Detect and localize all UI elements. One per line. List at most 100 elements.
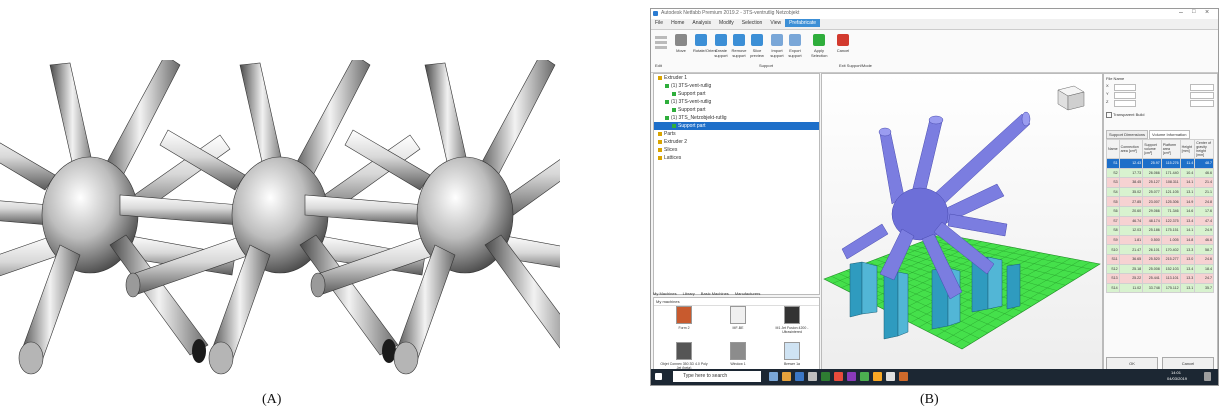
coord-input[interactable] bbox=[1114, 100, 1136, 107]
library-tab[interactable]: Manufacturers bbox=[735, 291, 761, 296]
menu-item-5[interactable]: View bbox=[766, 19, 785, 27]
table-row[interactable]: S8 12.03 25.186 175.151 14.1 24.9 bbox=[1106, 225, 1214, 236]
maximize-icon[interactable]: □ bbox=[1192, 9, 1196, 15]
table-cell: 13.1 bbox=[1179, 282, 1196, 294]
coord-input-2[interactable] bbox=[1190, 100, 1214, 107]
netfabb-taskbar-icon[interactable] bbox=[860, 372, 869, 381]
table-row[interactable]: S1 12.43 25.97 115.276 11.4 48.7 bbox=[1106, 158, 1214, 169]
tree-node-icon bbox=[665, 83, 669, 88]
table-cell: 36.65 bbox=[1118, 253, 1144, 265]
tree-node-icon bbox=[658, 131, 662, 136]
tree-item[interactable]: Extruder 2 bbox=[654, 138, 819, 146]
tree-item[interactable]: Slices bbox=[654, 146, 819, 154]
excel-icon[interactable] bbox=[821, 372, 830, 381]
minimize-icon[interactable]: – bbox=[1179, 9, 1183, 16]
table-row[interactable]: S13 25.22 25.441 113.101 13.3 24.7 bbox=[1106, 273, 1214, 284]
library-tab[interactable]: My Machines bbox=[653, 291, 677, 296]
tree-item[interactable]: Parts bbox=[654, 130, 819, 138]
menu-item-0[interactable]: File bbox=[651, 19, 667, 27]
menu-item-3[interactable]: Modify bbox=[715, 19, 738, 27]
table-cell: 12.43 bbox=[1118, 158, 1144, 169]
support-table: Name Connection area [cm²] Support volume … bbox=[1106, 139, 1214, 294]
ribbon-button-6[interactable]: Export support bbox=[787, 34, 803, 60]
table-cell: 18.4 bbox=[1194, 263, 1214, 275]
table-cell: 21.4 bbox=[1194, 177, 1214, 188]
table-row[interactable]: S5 27.85 23.007 125.306 14.9 24.8 bbox=[1106, 196, 1214, 207]
tree-item[interactable]: Extruder 1 bbox=[654, 74, 819, 82]
table-row[interactable]: S7 46.74 48.174 122.375 13.4 47.4 bbox=[1106, 215, 1214, 227]
machine-item[interactable]: Form 2 bbox=[660, 306, 708, 340]
table-row[interactable]: S10 21.47 26.101 170.402 13.3 58.7 bbox=[1106, 244, 1214, 255]
library-tab[interactable]: Library bbox=[683, 291, 695, 296]
table-row[interactable]: S11 36.65 25.520 215.277 13.0 24.6 bbox=[1106, 253, 1214, 265]
ribbon-button-4[interactable]: Slice preview bbox=[749, 34, 765, 60]
table-cell: 26.066 bbox=[1142, 167, 1162, 179]
coord-input[interactable] bbox=[1114, 84, 1136, 91]
tree-node-icon bbox=[658, 155, 662, 160]
notifications-icon[interactable] bbox=[1204, 372, 1211, 381]
ribbon-button-3[interactable]: Remove support bbox=[731, 34, 747, 60]
tree-item[interactable]: Support part bbox=[654, 122, 819, 130]
ribbon-button-8[interactable]: Cancel bbox=[835, 34, 851, 60]
tree-item[interactable]: Support part bbox=[654, 106, 819, 114]
task-view-icon[interactable] bbox=[769, 372, 778, 381]
menu-item-4[interactable]: Selection bbox=[738, 19, 767, 27]
menu-item-1[interactable]: Home bbox=[667, 19, 688, 27]
photos-icon[interactable] bbox=[886, 372, 895, 381]
table-cell: S14 bbox=[1106, 282, 1120, 294]
clock-time: 14:01 bbox=[1171, 370, 1182, 375]
close-icon[interactable]: × bbox=[1205, 9, 1209, 16]
taskbar-search-input[interactable]: Type here to search bbox=[673, 371, 761, 382]
ribbon-button-icon bbox=[675, 34, 687, 46]
table-row[interactable]: S4 35.02 25.077 121.105 13.1 21.1 bbox=[1106, 186, 1214, 198]
3d-viewport[interactable] bbox=[821, 73, 1103, 381]
machine-item[interactable]: MF-BE bbox=[714, 306, 762, 340]
ribbon-button-0[interactable]: Move bbox=[673, 34, 689, 60]
tree-item-label: (1) 3TS-vent-rutlig bbox=[671, 83, 712, 89]
store-icon[interactable] bbox=[808, 372, 817, 381]
table-row[interactable]: S6 20.60 29.066 71.346 14.6 17.6 bbox=[1106, 205, 1214, 217]
ribbon-button-label: Rotate/Orient bbox=[693, 48, 717, 53]
ribbon-button-1[interactable]: Rotate/Orient bbox=[693, 34, 717, 60]
menu-item-6[interactable]: Prefabricate bbox=[785, 19, 821, 27]
view-settings-icon[interactable] bbox=[655, 34, 667, 62]
machine-item[interactable]: M1 Jet Fusion 4200 - Ultrasintered bbox=[768, 306, 816, 340]
props-tab[interactable]: Support Dimensions bbox=[1106, 130, 1149, 139]
library-tab[interactable]: Basic Machines bbox=[701, 291, 729, 296]
app-icon[interactable] bbox=[847, 372, 856, 381]
viewport-scene[interactable] bbox=[822, 74, 1102, 380]
view-cube-icon[interactable] bbox=[1057, 85, 1085, 111]
tree-item[interactable]: (1) 3TS-vent-rutlig bbox=[654, 98, 819, 106]
coord-input[interactable] bbox=[1114, 92, 1136, 99]
table-row[interactable]: S9 1.81 0.500 1.005 14.8 46.6 bbox=[1106, 234, 1214, 246]
table-row[interactable]: S2 17.73 26.066 171.440 10.4 46.6 bbox=[1106, 167, 1214, 179]
ribbon-button-7[interactable]: Apply Selection bbox=[811, 34, 827, 60]
table-cell: 38.45 bbox=[1118, 177, 1144, 188]
table-row[interactable]: S12 25.18 25.008 152.103 13.4 18.4 bbox=[1106, 263, 1214, 275]
powerpoint-icon[interactable] bbox=[899, 372, 908, 381]
tree-item[interactable]: Support part bbox=[654, 90, 819, 98]
menu-item-2[interactable]: Analysis bbox=[688, 19, 715, 27]
mail-icon[interactable] bbox=[873, 372, 882, 381]
coord-input-2[interactable] bbox=[1190, 92, 1214, 99]
table-cell: 35.7 bbox=[1194, 282, 1214, 294]
transparent-build-checkbox[interactable] bbox=[1106, 112, 1112, 118]
tree-item[interactable]: (1) 3TS_Netzobjekt-rutlig bbox=[654, 114, 819, 122]
table-header-cell: Name bbox=[1106, 139, 1120, 159]
table-cell: 10.4 bbox=[1179, 167, 1196, 179]
table-cell: 14.1 bbox=[1179, 225, 1196, 236]
tree-item[interactable]: Lattices bbox=[654, 154, 819, 162]
window-title: Autodesk Netfabb Premium 2019.2 - 3TS-ve… bbox=[661, 10, 800, 16]
chrome-icon[interactable] bbox=[834, 372, 843, 381]
table-row[interactable]: S14 11.02 33.748 175.112 13.1 35.7 bbox=[1106, 282, 1214, 294]
ribbon-button-5[interactable]: Import support bbox=[769, 34, 785, 60]
coord-input-2[interactable] bbox=[1190, 84, 1214, 91]
file-explorer-icon[interactable] bbox=[782, 372, 791, 381]
ribbon-button-2[interactable]: Create support bbox=[713, 34, 729, 60]
table-row[interactable]: S3 38.45 25.127 108.311 14.1 21.4 bbox=[1106, 177, 1214, 188]
windows-start-icon[interactable] bbox=[655, 373, 662, 380]
tree-item[interactable]: (1) 3TS-vent-rutlig bbox=[654, 82, 819, 90]
edge-icon[interactable] bbox=[795, 372, 804, 381]
props-tab[interactable]: Volume Information bbox=[1149, 130, 1190, 139]
table-cell: 26.101 bbox=[1142, 244, 1162, 255]
